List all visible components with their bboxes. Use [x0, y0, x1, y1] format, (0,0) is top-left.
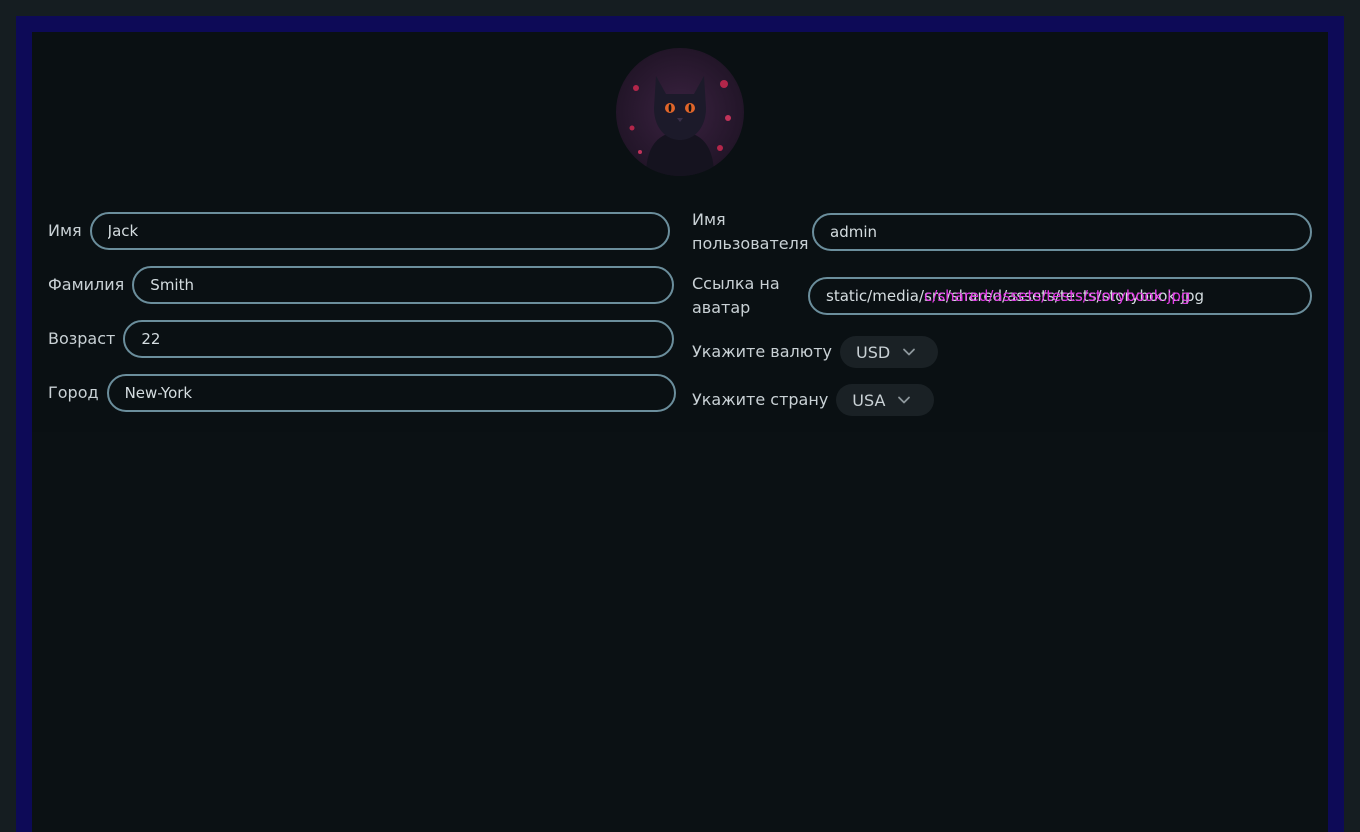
- cat-avatar-image: [616, 48, 744, 176]
- avatar-link-label: Ссылка на аватар: [692, 274, 780, 317]
- city-label: Город: [48, 383, 99, 402]
- last-name-input[interactable]: [132, 266, 675, 304]
- username-field: Имя пользователя: [692, 208, 1312, 256]
- currency-select[interactable]: USD: [840, 336, 938, 368]
- age-label: Возраст: [48, 329, 116, 348]
- chevron-down-icon: [903, 348, 916, 356]
- username-input[interactable]: [812, 213, 1312, 251]
- country-select[interactable]: USA: [836, 384, 935, 416]
- profile-card: Имя Фамилия Возраст Город Имя пользовате…: [32, 32, 1328, 432]
- currency-label: Укажите валюту: [692, 342, 832, 361]
- page-body: Имя Фамилия Возраст Город Имя пользовате…: [32, 32, 1328, 832]
- first-name-input[interactable]: [89, 212, 670, 250]
- username-label: Имя пользователя: [692, 210, 809, 253]
- avatar-link-field: Ссылка на аватар: [692, 272, 1312, 320]
- age-input[interactable]: [123, 320, 675, 358]
- avatar-link-input[interactable]: [808, 277, 1312, 315]
- age-field: Возраст: [48, 320, 675, 358]
- first-name-label: Имя: [48, 221, 82, 240]
- city-input[interactable]: [106, 374, 676, 412]
- chevron-down-icon: [898, 396, 911, 404]
- country-value: USA: [852, 390, 886, 410]
- currency-field: Укажите валюту USD: [692, 336, 938, 368]
- country-label: Укажите страну: [692, 390, 829, 409]
- country-field: Укажите страну USA: [692, 384, 935, 416]
- avatar: [616, 48, 744, 176]
- first-name-field: Имя: [48, 212, 670, 250]
- city-field: Город: [48, 374, 676, 412]
- last-name-field: Фамилия: [48, 266, 675, 304]
- last-name-label: Фамилия: [48, 275, 125, 294]
- currency-value: USD: [856, 342, 891, 362]
